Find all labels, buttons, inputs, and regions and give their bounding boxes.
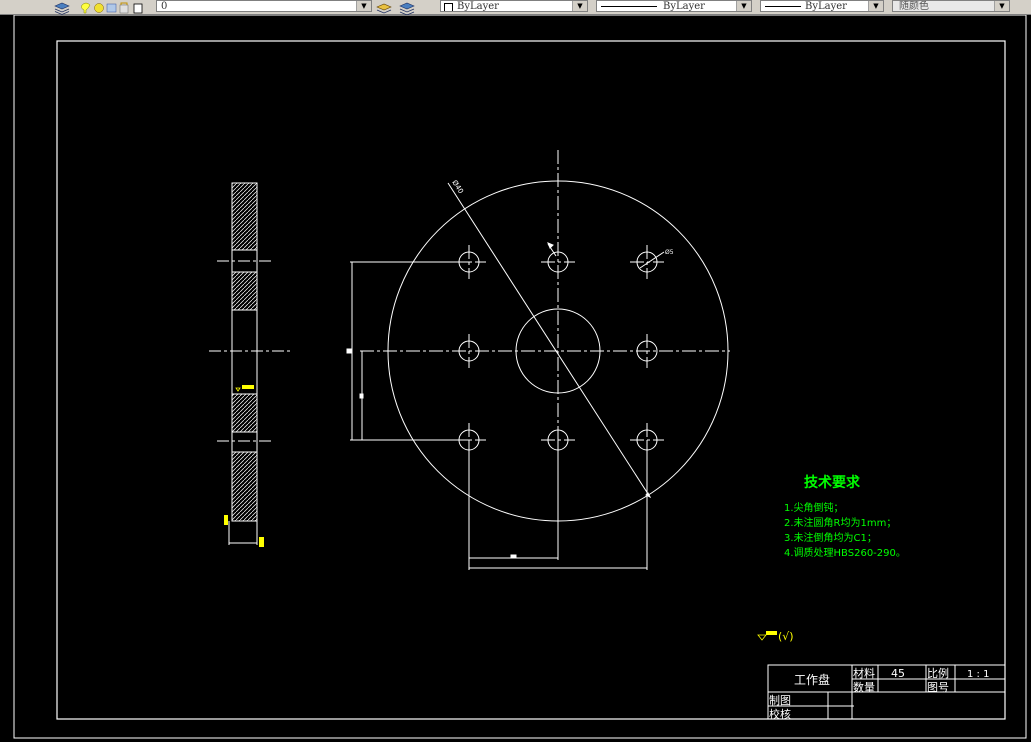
section-hatch [231,182,258,251]
side-section-view [209,182,291,547]
color-dropdown-value: ByLayer [457,1,499,12]
properties-toolbar: 0 ▼ ByLayer ▼ ByLayer ▼ ByLayer ▼ 随颜色 ▼ [0,0,1031,16]
drawing-number-label: 图号 [927,681,949,694]
layer-previous-icon[interactable] [398,0,418,16]
quantity-label: 数量 [853,681,875,694]
scale-value: 1 : 1 [967,669,989,680]
material-value: 45 [891,667,905,680]
lineweight-sample [765,6,801,7]
linetype-sample [601,6,657,7]
part-name: 工作盘 [794,672,830,687]
layer-dropdown-value: 0 [161,1,168,12]
roughness-symbol [224,515,228,525]
linetype-dropdown-value: ByLayer [663,1,705,12]
drawing-canvas[interactable]: Ø40 Ø5 技术要求 1.尖角倒钝； 2.未注圆角R均为1mm； 3.未注倒角… [0,15,1031,742]
diameter-dimension-text: Ø40 [450,179,465,195]
general-surface-symbol: (√) [757,630,794,643]
chevron-down-icon[interactable]: ▼ [868,1,883,11]
section-hatch [231,451,258,522]
drawn-by-label: 制图 [769,694,791,707]
diameter-dimension-line [447,182,651,498]
tech-req-item: 1.尖角倒钝； [784,501,844,514]
surface-symbol-note: (√) [778,630,794,643]
section-hatch [231,393,258,433]
layer-state-icons[interactable] [80,0,146,14]
color-swatch [444,3,453,11]
sheet-inner-border [56,40,1006,720]
tech-req-title: 技术要求 [804,474,861,491]
roughness-symbol [259,537,264,547]
chevron-down-icon[interactable]: ▼ [994,1,1009,11]
make-object-layer-current-icon[interactable] [375,0,395,14]
chevron-down-icon[interactable]: ▼ [356,1,371,11]
layer-dropdown[interactable]: 0 ▼ [156,0,372,12]
roughness-symbol [242,385,254,389]
front-view: Ø40 Ø5 [346,150,730,570]
layer-manager-icon[interactable] [53,0,71,15]
tech-req-item: 3.未注倒角均为C1； [784,531,877,544]
technical-requirements: 技术要求 1.尖角倒钝； 2.未注圆角R均为1mm； 3.未注倒角均为C1； 4… [784,474,906,559]
lineweight-dropdown-value: ByLayer [805,1,847,12]
section-hatch [231,271,258,311]
chevron-down-icon[interactable]: ▼ [572,1,587,11]
color-dropdown[interactable]: ByLayer ▼ [440,0,588,12]
tech-req-item: 2.未注圆角R均为1mm； [784,516,896,529]
chevron-down-icon[interactable]: ▼ [736,1,751,11]
title-block: 工作盘 材料 45 比例 1 : 1 数量 图号 制图 校核 [767,664,1006,721]
linetype-dropdown[interactable]: ByLayer ▼ [596,0,752,12]
tech-req-item: 4.调质处理HBS260-290。 [784,547,906,559]
center-lines [360,150,730,552]
scale-label: 比例 [927,666,949,680]
hole-dimension-text: Ø5 [665,249,674,256]
lineweight-dropdown[interactable]: ByLayer ▼ [760,0,884,12]
material-label: 材料 [853,666,875,680]
sheet-outer-border [13,15,1027,739]
plotstyle-dropdown[interactable]: 随颜色 ▼ [892,0,1010,12]
plotstyle-dropdown-value: 随颜色 [899,1,929,12]
checked-by-label: 校核 [769,707,791,721]
